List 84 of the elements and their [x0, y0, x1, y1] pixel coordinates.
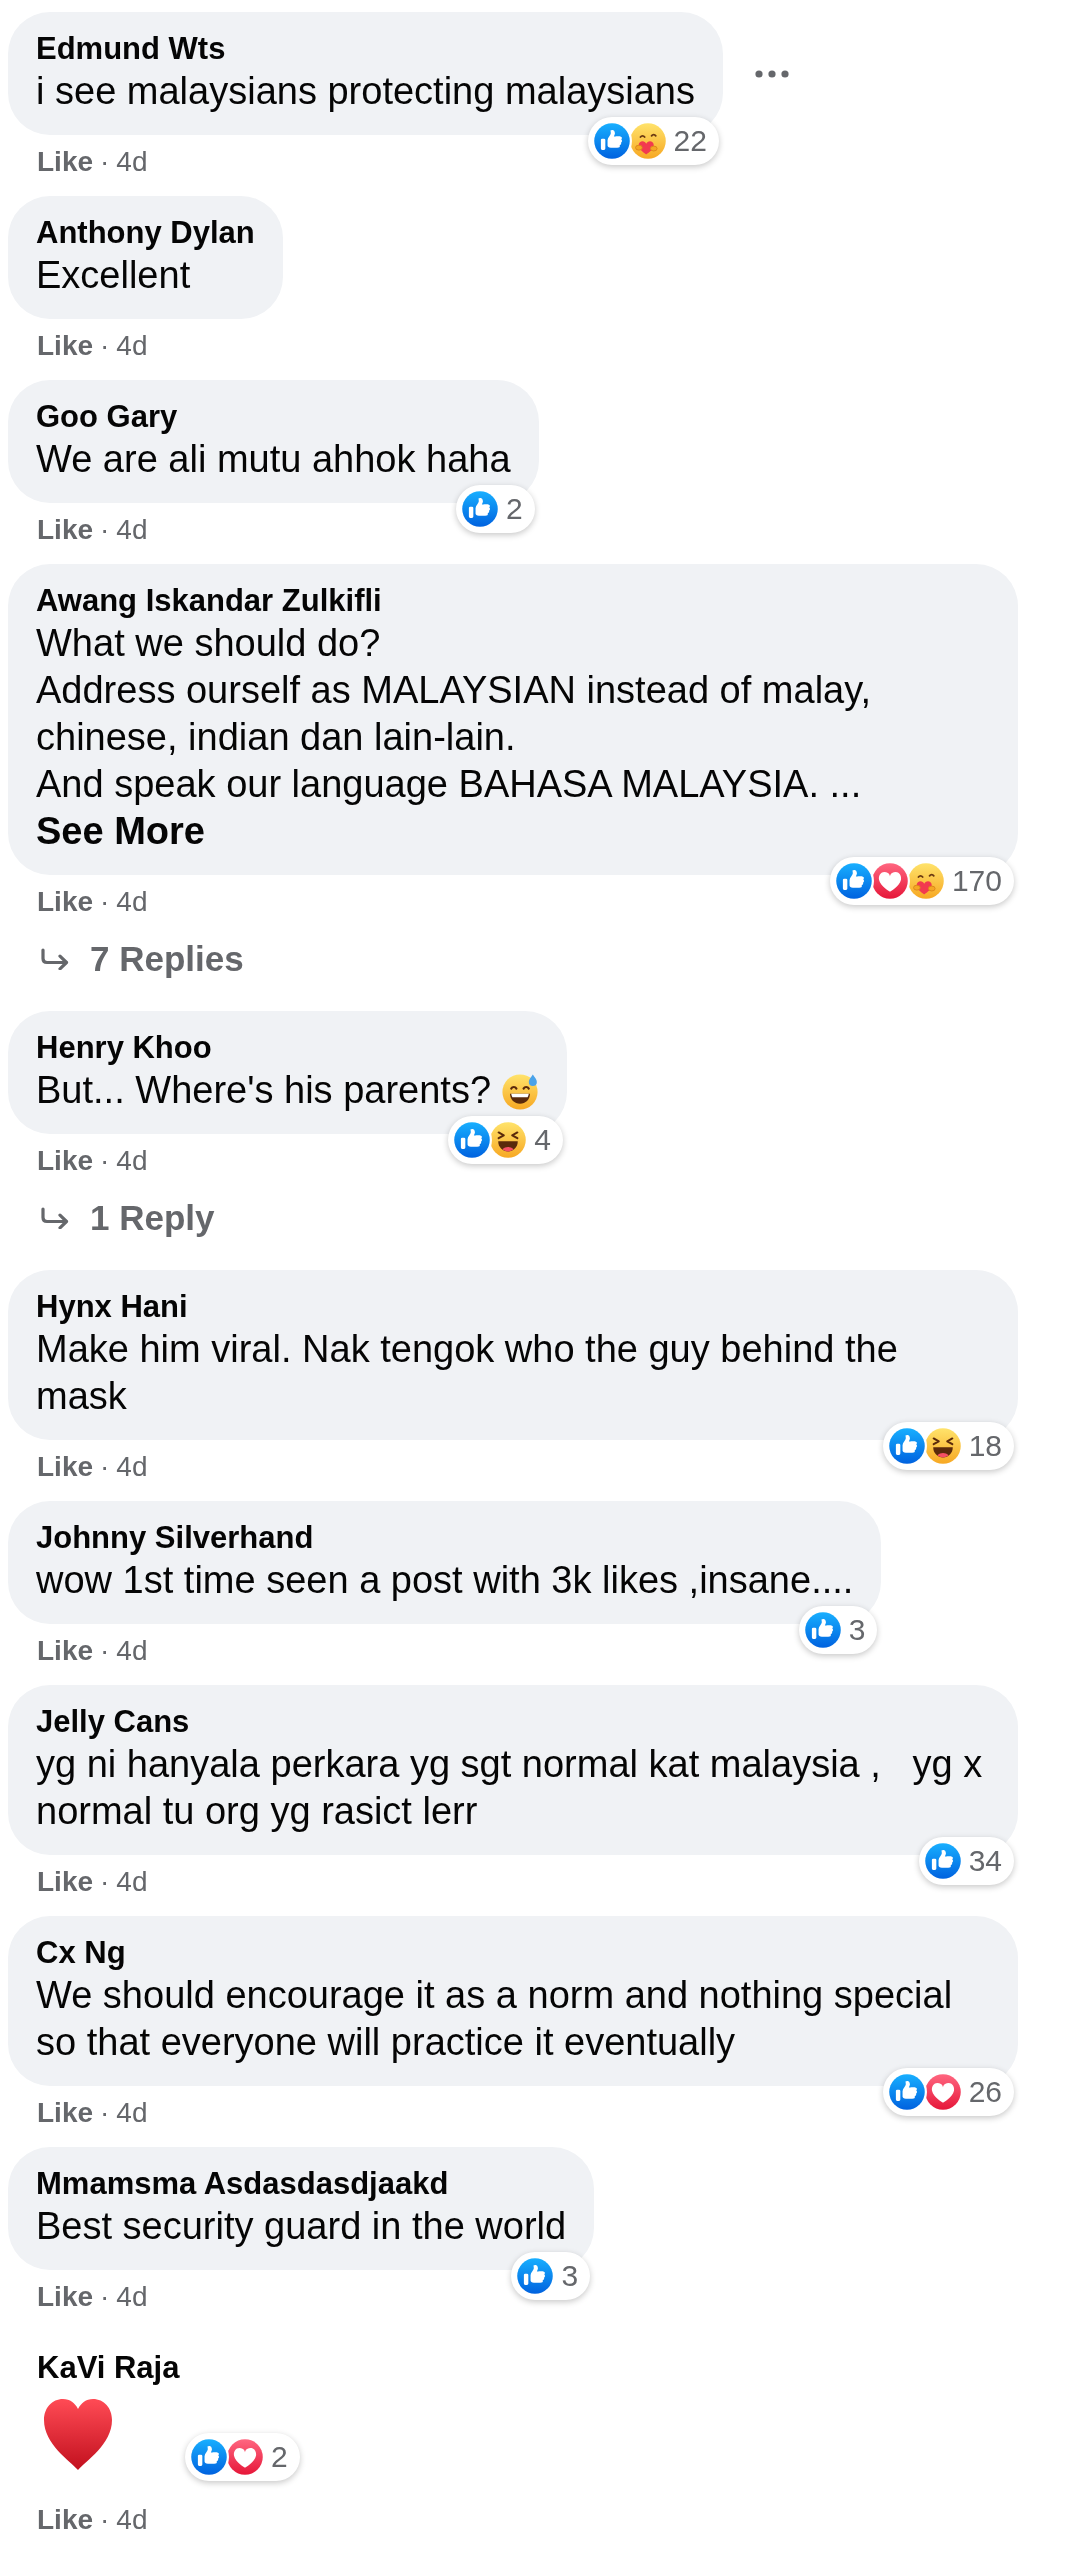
thumbs-up-icon — [922, 1841, 963, 1881]
view-replies-link[interactable]: 1 Reply — [40, 1188, 215, 1248]
comment-text: wow 1st time seen a post with 3k likes ,insane.... — [36, 1559, 854, 1601]
thumbs-up-icon — [886, 2072, 927, 2112]
author-name-link[interactable]: Henry Khoo — [36, 1029, 212, 1067]
author-name-link[interactable]: Cx Ng — [36, 1934, 126, 1972]
grinning-sweat-face-icon — [501, 1072, 540, 1110]
author-name-link[interactable]: Edmund Wts — [36, 30, 226, 68]
comment-text: But... Where's his parents? — [36, 1069, 492, 1111]
timestamp-link[interactable]: 4d — [116, 1632, 148, 1670]
comment-text: yg ni hanyala perkara yg sgt normal kat malaysia , yg x normal tu org yg rasict lerr — [36, 1743, 984, 1832]
separator-dot: · — [100, 2280, 110, 2314]
like-link[interactable]: Like — [37, 327, 94, 365]
reply-arrow-icon — [40, 1207, 70, 1229]
author-name-link[interactable]: Awang Iskandar Zulkifli — [36, 582, 382, 620]
separator-dot: · — [100, 2096, 110, 2130]
thumbs-up-icon — [886, 1426, 927, 1466]
timestamp-link[interactable]: 4d — [116, 2094, 148, 2132]
separator-dot: · — [100, 329, 110, 363]
reactions-button[interactable]: 170 — [829, 857, 1014, 905]
like-link[interactable]: Like — [37, 1142, 94, 1180]
reactions-button[interactable]: 2 — [455, 485, 535, 533]
timestamp-link[interactable]: 4d — [116, 327, 148, 365]
see-more-link[interactable]: See More — [36, 810, 205, 852]
author-name-link[interactable]: KaVi Raja — [37, 2349, 180, 2387]
like-link[interactable]: Like — [37, 2094, 94, 2132]
author-name-link[interactable]: Anthony Dylan — [36, 214, 255, 252]
comment-text: Best security guard in the world — [36, 2205, 567, 2247]
timestamp-link[interactable]: 4d — [116, 1142, 148, 1180]
thumbs-up-icon — [591, 121, 632, 161]
author-name-link[interactable]: Hynx Hani — [36, 1288, 188, 1326]
thumbs-up-icon — [833, 861, 874, 901]
comment-text: We are ali mutu ahhok haha — [36, 438, 511, 480]
reactions-button[interactable]: 34 — [918, 1837, 1014, 1885]
view-replies-link[interactable]: 7 Replies — [40, 929, 244, 989]
reactions-button[interactable]: 22 — [587, 117, 719, 165]
thumbs-up-icon — [459, 489, 500, 529]
timestamp-link[interactable]: 4d — [116, 2501, 148, 2539]
like-link[interactable]: Like — [37, 1632, 94, 1670]
like-link[interactable]: Like — [37, 511, 94, 549]
reactions-button[interactable]: 3 — [511, 2252, 591, 2300]
thumbs-up-icon — [802, 1610, 843, 1650]
heart-badge-icon — [225, 2437, 265, 2477]
author-name-link[interactable]: Johnny Silverhand — [36, 1519, 314, 1557]
timestamp-link[interactable]: 4d — [116, 1448, 148, 1486]
thumbs-up-icon — [452, 1120, 493, 1160]
separator-dot: · — [100, 513, 110, 547]
comment-text: Make him viral. Nak tengok who the guy behind the mask — [36, 1328, 899, 1417]
reactions-button[interactable]: 3 — [798, 1606, 878, 1654]
separator-dot: · — [100, 1450, 110, 1484]
timestamp-link[interactable]: 4d — [116, 1863, 148, 1901]
reactions-button[interactable]: 2 — [185, 2433, 300, 2481]
reply-arrow-icon — [40, 948, 70, 970]
comment-text: What we should do? Address ourself as MALAYSIAN instead of malay, chinese, indian dan lain-lain. And speak our language BAHASA MALAYSIA. ... See More — [36, 622, 872, 852]
thumbs-up-icon — [515, 2256, 556, 2296]
like-link[interactable]: Like — [37, 143, 94, 181]
separator-dot: · — [100, 1634, 110, 1668]
heart-icon — [43, 2398, 113, 2471]
like-link[interactable]: Like — [37, 2278, 94, 2316]
separator-dot: · — [100, 2503, 110, 2537]
reactions-button[interactable]: 18 — [882, 1422, 1014, 1470]
reactions-button[interactable]: 26 — [882, 2068, 1014, 2116]
reactions-button[interactable]: 4 — [448, 1116, 564, 1164]
separator-dot: · — [100, 145, 110, 179]
timestamp-link[interactable]: 4d — [116, 883, 148, 921]
timestamp-link[interactable]: 4d — [116, 143, 148, 181]
thumbs-up-icon — [189, 2437, 229, 2477]
separator-dot: · — [100, 1144, 110, 1178]
laughing-face-icon — [488, 1120, 529, 1160]
author-name-link[interactable]: Goo Gary — [36, 398, 178, 436]
like-link[interactable]: Like — [37, 1863, 94, 1901]
author-name-link[interactable]: Jelly Cans — [36, 1703, 190, 1741]
more-options-icon[interactable] — [755, 69, 789, 78]
comment-text: We should encourage it as a norm and nothing special so that everyone will practice it eventually — [36, 1974, 954, 2063]
like-link[interactable]: Like — [37, 2501, 94, 2539]
separator-dot: · — [100, 1865, 110, 1899]
author-name-link[interactable]: Mmamsma Asdasdasdjaakd — [36, 2165, 449, 2203]
comment-text: Excellent — [36, 254, 191, 296]
comment-text: i see malaysians protecting malaysians — [36, 70, 695, 112]
timestamp-link[interactable]: 4d — [116, 2278, 148, 2316]
timestamp-link[interactable]: 4d — [116, 511, 148, 549]
separator-dot: · — [100, 885, 110, 919]
like-link[interactable]: Like — [37, 1448, 94, 1486]
like-link[interactable]: Like — [37, 883, 94, 921]
